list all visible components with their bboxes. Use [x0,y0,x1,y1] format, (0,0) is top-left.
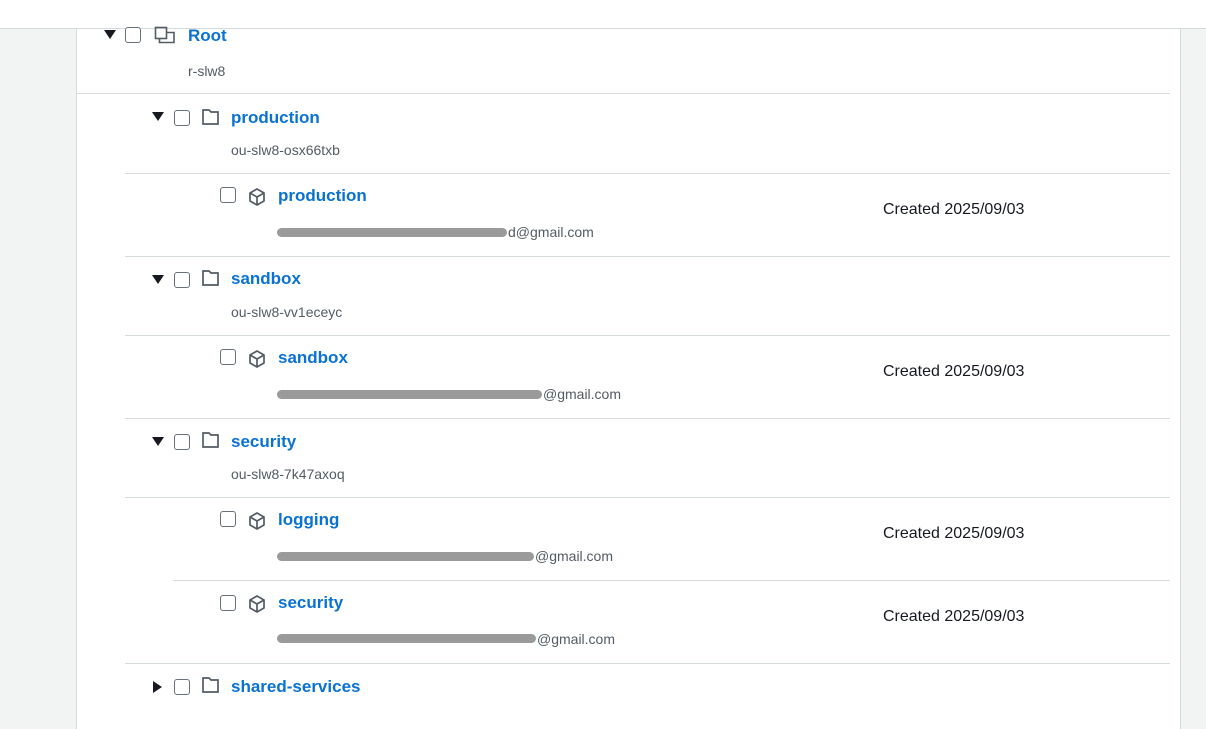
ou-link[interactable]: sandbox [231,269,301,289]
account-link[interactable]: security [278,593,343,613]
organization-tree-panel: Root r-slw8 production ou-slw8-osx66txb … [76,26,1181,729]
tree-row-account: sandbox Created 2025/09/03 [77,336,1180,418]
folder-icon [201,431,221,451]
ou-id: ou-slw8-osx66txb [231,142,340,158]
caret-down-icon[interactable] [152,112,164,121]
ou-checkbox[interactable] [174,110,190,126]
account-checkbox[interactable] [220,349,236,365]
root-checkbox[interactable] [125,27,141,43]
caret-down-icon[interactable] [104,30,116,39]
ou-id: ou-slw8-vv1eceyc [231,304,343,320]
redaction-mark [277,390,542,399]
redaction-mark [277,552,534,561]
redaction-mark [277,228,507,237]
cube-account-icon [247,511,267,531]
ou-id: ou-slw8-7k47axoq [231,466,345,482]
account-checkbox[interactable] [220,595,236,611]
ou-link[interactable]: shared-services [231,677,360,697]
cube-account-icon [247,349,267,369]
tree-row-ou: production ou-slw8-osx66txb [77,94,1180,174]
account-link[interactable]: production [278,186,367,206]
tree-row-ou: security ou-slw8-7k47axoq [77,419,1180,497]
ou-link[interactable]: security [231,432,296,452]
tree-row-ou: sandbox ou-slw8-vv1eceyc [77,257,1180,335]
ou-checkbox[interactable] [174,679,190,695]
account-created-date: Created 2025/09/03 [883,363,1025,380]
tree-row-account: production Created 2025/09/03 [77,174,1180,256]
folder-icon [201,676,221,696]
tree-row-ou: shared-services [77,664,1180,724]
top-bar [0,0,1206,29]
account-link[interactable]: sandbox [278,348,348,368]
account-email: d@gmail.com [508,224,594,240]
root-org-icon [154,26,175,46]
account-email: @gmail.com [543,386,622,402]
cube-account-icon [247,187,267,207]
account-checkbox[interactable] [220,187,236,203]
caret-down-icon[interactable] [152,437,164,446]
tree-row-root: Root r-slw8 [77,26,1180,93]
tree-row-account: security Created 2025/09/03 [77,581,1180,663]
root-id: r-slw8 [188,63,226,79]
caret-right-icon[interactable] [153,681,162,693]
account-email: @gmail.com [535,548,614,564]
account-created-date: Created 2025/09/03 [883,201,1025,218]
redaction-mark [277,634,536,643]
ou-checkbox[interactable] [174,272,190,288]
folder-icon [201,108,221,128]
caret-down-icon[interactable] [152,275,164,284]
ou-link[interactable]: production [231,108,320,128]
account-created-date: Created 2025/09/03 [883,525,1025,542]
account-created-date: Created 2025/09/03 [883,608,1025,625]
account-link[interactable]: logging [278,510,339,530]
tree-row-account: logging Created 2025/09/03 [77,498,1180,580]
folder-icon [201,269,221,289]
root-link[interactable]: Root [188,26,227,46]
account-checkbox[interactable] [220,511,236,527]
account-email: @gmail.com [537,631,616,647]
ou-checkbox[interactable] [174,434,190,450]
cube-account-icon [247,594,267,614]
